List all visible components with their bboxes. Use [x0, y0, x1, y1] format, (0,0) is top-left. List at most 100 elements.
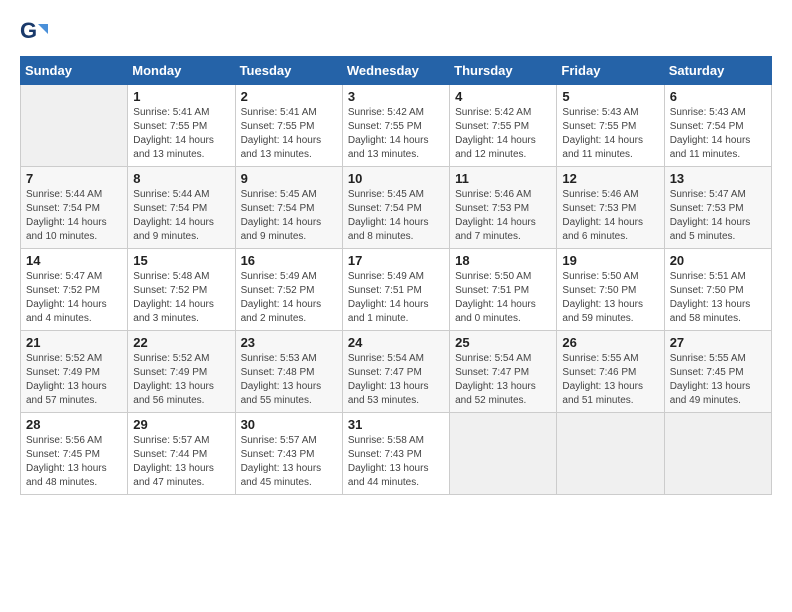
day-number: 5	[562, 89, 658, 104]
day-number: 31	[348, 417, 444, 432]
calendar-cell: 7Sunrise: 5:44 AM Sunset: 7:54 PM Daylig…	[21, 167, 128, 249]
day-info: Sunrise: 5:46 AM Sunset: 7:53 PM Dayligh…	[455, 188, 551, 244]
day-info: Sunrise: 5:48 AM Sunset: 7:52 PM Dayligh…	[133, 270, 229, 326]
day-info: Sunrise: 5:57 AM Sunset: 7:44 PM Dayligh…	[133, 434, 229, 490]
day-of-week-header: Wednesday	[342, 57, 449, 85]
calendar-cell: 16 Sunrise: 5:49 AM Sunset: 7:52 PM Dayli…	[235, 249, 342, 331]
day-number: 9	[241, 171, 337, 186]
day-number: 8	[133, 171, 229, 186]
day-info: Sunrise: 5:55 AM Sunset: 7:45 PM Dayligh…	[670, 352, 766, 408]
day-info: Sunrise: 5:45 AM Sunset: 7:54 PM Dayligh…	[241, 188, 337, 244]
calendar-cell: 21 Sunrise: 5:52 AM Sunset: 7:49 PM Dayli…	[21, 331, 128, 413]
day-number: 6	[670, 89, 766, 104]
day-number: 30	[241, 417, 337, 432]
calendar-week-row: 21 Sunrise: 5:52 AM Sunset: 7:49 PM Dayli…	[21, 331, 772, 413]
day-info: Sunrise: 5:47 AM Sunset: 7:52 PM Dayligh…	[26, 270, 122, 326]
calendar-cell: 1 Sunrise: 5:41 AM Sunset: 7:55 PM Daylig…	[128, 85, 235, 167]
calendar-cell: 5 Sunrise: 5:43 AM Sunset: 7:55 PM Daylig…	[557, 85, 664, 167]
day-info: Sunrise: 5:47 AM Sunset: 7:53 PM Dayligh…	[670, 188, 766, 244]
calendar-week-row: 7 Sunrise: 5:44 AM Sunset: 7:54 PM Daylig…	[21, 167, 772, 249]
day-number: 10	[348, 171, 444, 186]
day-number: 23	[241, 335, 337, 350]
day-number: 14	[26, 253, 122, 268]
calendar-cell	[450, 413, 557, 495]
day-number: 26	[562, 335, 658, 350]
day-number: 28	[26, 417, 122, 432]
day-of-week-header: Thursday	[450, 57, 557, 85]
day-info: Sunrise: 5:52 AM Sunset: 7:49 PM Dayligh…	[133, 352, 229, 408]
calendar-cell: 10 Sunrise: 5:45 AM Sunset: 7:54 PM Dayli…	[342, 167, 449, 249]
calendar-cell: 8 Sunrise: 5:44 AM Sunset: 7:54 PM Daylig…	[128, 167, 235, 249]
day-number: 27	[670, 335, 766, 350]
day-info: Sunrise: 5:51 AM Sunset: 7:50 PM Dayligh…	[670, 270, 766, 326]
calendar-cell: 18 Sunrise: 5:50 AM Sunset: 7:51 PM Dayli…	[450, 249, 557, 331]
day-number: 3	[348, 89, 444, 104]
calendar-cell: 22Sunrise: 5:52 AM Sunset: 7:49 PM Dayli…	[128, 331, 235, 413]
page-header: G	[20, 20, 772, 48]
day-info: Sunrise: 5:55 AM Sunset: 7:46 PM Dayligh…	[562, 352, 658, 408]
day-info: Sunrise: 5:41 AM Sunset: 7:55 PM Dayligh…	[241, 106, 337, 162]
day-number: 2	[241, 89, 337, 104]
day-info: Sunrise: 5:49 AM Sunset: 7:51 PM Dayligh…	[348, 270, 444, 326]
day-of-week-header: Monday	[128, 57, 235, 85]
calendar-header: SundayMondayTuesdayWednesdayThursdayFrid…	[21, 57, 772, 85]
day-of-week-header: Sunday	[21, 57, 128, 85]
day-info: Sunrise: 5:50 AM Sunset: 7:51 PM Dayligh…	[455, 270, 551, 326]
calendar-cell: 9 Sunrise: 5:45 AM Sunset: 7:54 PM Daylig…	[235, 167, 342, 249]
day-number: 12	[562, 171, 658, 186]
calendar-body: 1 Sunrise: 5:41 AM Sunset: 7:55 PM Daylig…	[21, 85, 772, 495]
calendar-cell	[664, 413, 771, 495]
day-number: 18	[455, 253, 551, 268]
day-info: Sunrise: 5:44 AM Sunset: 7:54 PM Dayligh…	[133, 188, 229, 244]
calendar-cell: 2 Sunrise: 5:41 AM Sunset: 7:55 PM Daylig…	[235, 85, 342, 167]
calendar-cell: 19Sunrise: 5:50 AM Sunset: 7:50 PM Dayli…	[557, 249, 664, 331]
day-number: 20	[670, 253, 766, 268]
day-number: 16	[241, 253, 337, 268]
calendar-cell: 3 Sunrise: 5:42 AM Sunset: 7:55 PM Daylig…	[342, 85, 449, 167]
day-number: 25	[455, 335, 551, 350]
day-info: Sunrise: 5:42 AM Sunset: 7:55 PM Dayligh…	[455, 106, 551, 162]
day-number: 13	[670, 171, 766, 186]
calendar-table: SundayMondayTuesdayWednesdayThursdayFrid…	[20, 56, 772, 495]
day-info: Sunrise: 5:46 AM Sunset: 7:53 PM Dayligh…	[562, 188, 658, 244]
day-of-week-header: Saturday	[664, 57, 771, 85]
day-of-week-header: Tuesday	[235, 57, 342, 85]
calendar-cell: 11 Sunrise: 5:46 AM Sunset: 7:53 PM Dayli…	[450, 167, 557, 249]
day-number: 1	[133, 89, 229, 104]
calendar-week-row: 1 Sunrise: 5:41 AM Sunset: 7:55 PM Daylig…	[21, 85, 772, 167]
day-number: 19	[562, 253, 658, 268]
calendar-week-row: 14 Sunrise: 5:47 AM Sunset: 7:52 PM Dayli…	[21, 249, 772, 331]
day-info: Sunrise: 5:54 AM Sunset: 7:47 PM Dayligh…	[455, 352, 551, 408]
calendar-cell: 31 Sunrise: 5:58 AM Sunset: 7:43 PM Dayli…	[342, 413, 449, 495]
day-of-week-header: Friday	[557, 57, 664, 85]
calendar-week-row: 28 Sunrise: 5:56 AM Sunset: 7:45 PM Dayli…	[21, 413, 772, 495]
logo-icon: G	[20, 20, 48, 48]
day-number: 17	[348, 253, 444, 268]
calendar-cell: 24Sunrise: 5:54 AM Sunset: 7:47 PM Dayli…	[342, 331, 449, 413]
days-of-week-row: SundayMondayTuesdayWednesdayThursdayFrid…	[21, 57, 772, 85]
day-info: Sunrise: 5:57 AM Sunset: 7:43 PM Dayligh…	[241, 434, 337, 490]
calendar-cell	[21, 85, 128, 167]
calendar-cell: 12 Sunrise: 5:46 AM Sunset: 7:53 PM Dayli…	[557, 167, 664, 249]
calendar-cell: 29Sunrise: 5:57 AM Sunset: 7:44 PM Dayli…	[128, 413, 235, 495]
calendar-cell: 17 Sunrise: 5:49 AM Sunset: 7:51 PM Dayli…	[342, 249, 449, 331]
calendar-cell: 13 Sunrise: 5:47 AM Sunset: 7:53 PM Dayli…	[664, 167, 771, 249]
svg-text:G: G	[20, 20, 37, 43]
day-number: 21	[26, 335, 122, 350]
calendar-cell: 23Sunrise: 5:53 AM Sunset: 7:48 PM Dayli…	[235, 331, 342, 413]
day-number: 24	[348, 335, 444, 350]
day-info: Sunrise: 5:43 AM Sunset: 7:55 PM Dayligh…	[562, 106, 658, 162]
day-number: 7	[26, 171, 122, 186]
day-info: Sunrise: 5:41 AM Sunset: 7:55 PM Dayligh…	[133, 106, 229, 162]
day-info: Sunrise: 5:49 AM Sunset: 7:52 PM Dayligh…	[241, 270, 337, 326]
day-info: Sunrise: 5:52 AM Sunset: 7:49 PM Dayligh…	[26, 352, 122, 408]
calendar-cell: 27 Sunrise: 5:55 AM Sunset: 7:45 PM Dayli…	[664, 331, 771, 413]
day-number: 11	[455, 171, 551, 186]
day-info: Sunrise: 5:56 AM Sunset: 7:45 PM Dayligh…	[26, 434, 122, 490]
day-number: 15	[133, 253, 229, 268]
calendar-cell: 4 Sunrise: 5:42 AM Sunset: 7:55 PM Daylig…	[450, 85, 557, 167]
day-info: Sunrise: 5:45 AM Sunset: 7:54 PM Dayligh…	[348, 188, 444, 244]
day-info: Sunrise: 5:42 AM Sunset: 7:55 PM Dayligh…	[348, 106, 444, 162]
day-number: 4	[455, 89, 551, 104]
day-info: Sunrise: 5:58 AM Sunset: 7:43 PM Dayligh…	[348, 434, 444, 490]
